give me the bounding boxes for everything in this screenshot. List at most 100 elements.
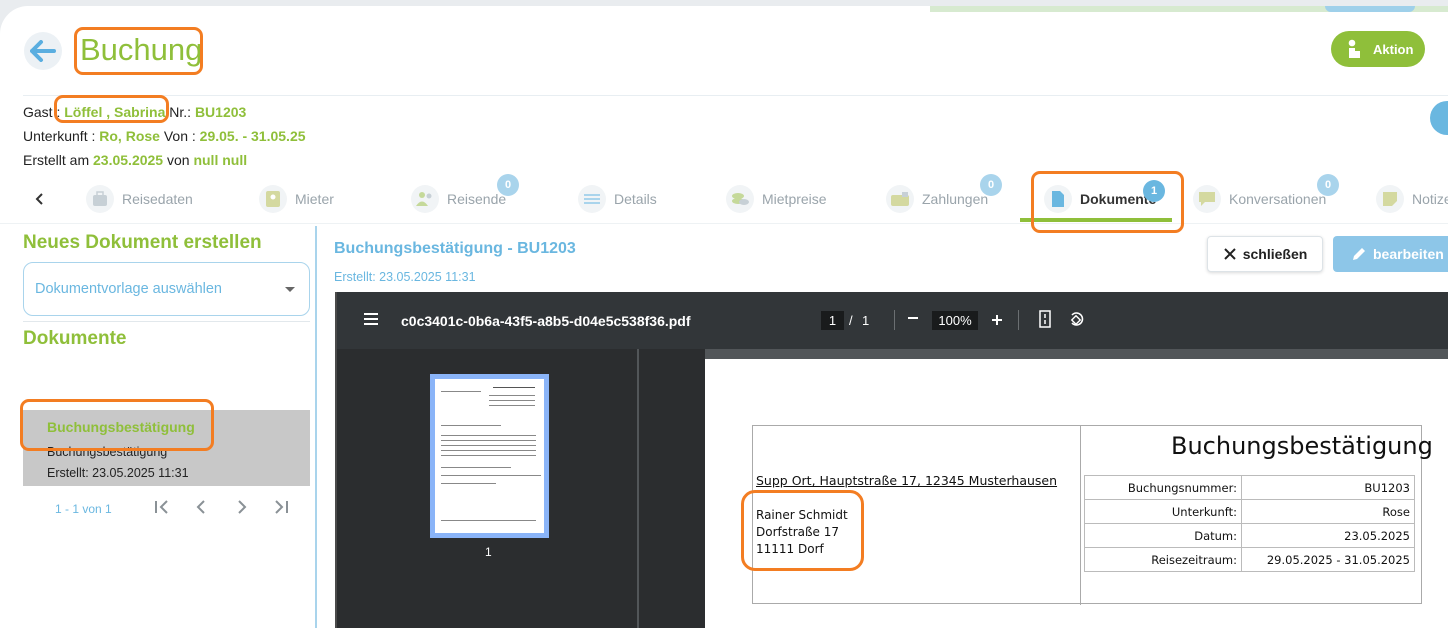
created-date: 23.05.2025 xyxy=(93,152,164,168)
fit-page-icon xyxy=(1039,310,1051,328)
chevron-right-icon xyxy=(238,500,247,514)
header-divider xyxy=(23,95,1448,96)
chevron-left-icon xyxy=(35,193,43,205)
table-row: Unterkunft: Rose xyxy=(1084,499,1415,524)
first-page-button[interactable] xyxy=(153,499,171,520)
page-thumbnail[interactable] xyxy=(430,374,549,538)
action-button-label: Aktion xyxy=(1373,41,1414,57)
tab-reisedaten[interactable]: Reisedaten xyxy=(86,178,193,220)
table-row: Datum: 23.05.2025 xyxy=(1084,523,1415,548)
from-label: Von : xyxy=(163,128,196,144)
tab-badge: 0 xyxy=(1317,174,1339,196)
tab-bar: Reisedaten Mieter Reisende 0 Details Mie… xyxy=(0,174,1448,224)
pdf-sender-line: Supp Ort, Hauptstraße 17, 12345 Musterha… xyxy=(756,473,1058,488)
rotate-button[interactable] xyxy=(1068,310,1086,331)
suitcase-icon xyxy=(86,185,114,213)
template-select-placeholder: Dokumentvorlage auswählen xyxy=(35,281,222,297)
menu-icon[interactable] xyxy=(363,312,379,331)
page-total: 1 xyxy=(862,313,870,328)
tab-mietpreise[interactable]: Mietpreise xyxy=(726,178,827,220)
thumbnail-page-number: 1 xyxy=(485,545,492,559)
toolbar-divider xyxy=(894,310,895,330)
close-icon xyxy=(1223,248,1236,260)
zoom-input[interactable]: 100% xyxy=(932,311,978,330)
viewer-gutter xyxy=(639,349,705,628)
pager-text: 1 - 1 von 1 xyxy=(55,502,112,516)
pencil-icon xyxy=(1353,248,1365,260)
tab-label: Mietpreise xyxy=(762,191,827,207)
pdf-title: Buchungsbestätigung xyxy=(1171,432,1433,460)
zoom-in-button[interactable] xyxy=(991,310,1003,333)
tabs-scroll-left[interactable] xyxy=(34,178,44,220)
pdf-recipient-street: Dorfstraße 17 xyxy=(756,525,840,539)
table-row: Buchungsnummer: BU1203 xyxy=(1084,475,1415,500)
next-page-button[interactable] xyxy=(236,499,248,520)
tab-reisende[interactable]: Reisende 0 xyxy=(411,174,519,220)
tab-badge: 1 xyxy=(1143,180,1165,202)
document-list-item[interactable]: Buchungsbestätigung Buchungsbestätigung … xyxy=(23,410,310,486)
pdf-toolbar: c0c3401c-0b6a-43f5-a8b5-d04e5c538f36.pdf… xyxy=(337,292,1448,349)
people-icon xyxy=(411,185,439,213)
pdf-filename: c0c3401c-0b6a-43f5-a8b5-d04e5c538f36.pdf xyxy=(401,313,691,329)
side-avatar[interactable] xyxy=(1430,101,1448,135)
left-divider xyxy=(23,321,310,322)
info-accommodation-line: Unterkunft : Ro, Rose Von : 29.05. - 31.… xyxy=(23,128,306,144)
pdf-header-table: Supp Ort, Hauptstraße 17, 12345 Musterha… xyxy=(752,425,1433,605)
active-tab-indicator xyxy=(1020,218,1172,222)
back-button[interactable] xyxy=(24,32,62,70)
panel-divider xyxy=(315,226,317,628)
hand-pointer-icon xyxy=(1348,39,1360,58)
pdf-booking-details: Buchungsnummer: BU1203 Unterkunft: Rose Da… xyxy=(1084,475,1415,572)
tab-label: Konversationen xyxy=(1229,191,1327,207)
created-by: null null xyxy=(193,152,248,168)
guest-name[interactable]: Löffel , Sabrina xyxy=(64,104,165,120)
edit-button[interactable]: bearbeiten xyxy=(1333,236,1448,272)
fit-page-button[interactable] xyxy=(1039,310,1051,331)
wallet-icon xyxy=(886,185,914,213)
tab-label: Details xyxy=(614,191,657,207)
tab-konversationen[interactable]: Konversationen 0 xyxy=(1193,174,1339,220)
chevron-left-icon xyxy=(196,500,205,514)
document-item-name: Buchungsbestätigung xyxy=(47,419,195,435)
new-document-title: Neues Dokument erstellen xyxy=(23,232,262,253)
zoom-out-button[interactable] xyxy=(907,308,919,333)
guest-label: Gast : xyxy=(23,104,61,120)
date-range: 29.05. - 31.05.25 xyxy=(199,128,306,144)
documents-title: Dokumente xyxy=(23,328,127,349)
edit-button-label: bearbeiten xyxy=(1373,246,1444,262)
tab-dokumente[interactable]: Dokumente 1 xyxy=(1044,178,1165,220)
tab-label: Reisende xyxy=(447,191,507,207)
minus-icon xyxy=(908,317,918,319)
tab-label: Zahlungen xyxy=(922,191,989,207)
coins-icon xyxy=(726,185,754,213)
lines-icon xyxy=(578,185,606,213)
pdf-recipient-name: Rainer Schmidt xyxy=(756,508,848,522)
tab-badge: 0 xyxy=(497,174,519,196)
last-page-button[interactable] xyxy=(272,499,290,520)
tab-label: Reisedaten xyxy=(122,191,193,207)
page-separator: / xyxy=(849,313,853,328)
top-strip-accent xyxy=(1325,6,1415,12)
pdf-page: Supp Ort, Hauptstraße 17, 12345 Musterha… xyxy=(705,359,1448,628)
close-button[interactable]: schließen xyxy=(1207,236,1323,272)
page-number-input[interactable]: 1 xyxy=(821,311,844,330)
document-item-type: Buchungsbestätigung xyxy=(47,445,168,459)
toolbar-divider xyxy=(1018,310,1019,330)
by-label: von xyxy=(166,152,190,168)
plus-icon xyxy=(992,315,1002,325)
contact-card-icon xyxy=(259,185,287,213)
tab-details[interactable]: Details xyxy=(578,178,657,220)
note-icon xyxy=(1376,185,1404,213)
tab-mieter[interactable]: Mieter xyxy=(259,178,334,220)
template-select[interactable]: Dokumentvorlage auswählen xyxy=(23,262,310,316)
close-button-label: schließen xyxy=(1242,246,1308,262)
chevron-down-icon xyxy=(285,287,295,292)
rotate-icon xyxy=(1070,312,1084,326)
tab-zahlungen[interactable]: Zahlungen 0 xyxy=(886,174,1002,220)
prev-page-button[interactable] xyxy=(195,499,207,520)
info-created-line: Erstellt am 23.05.2025 von null null xyxy=(23,152,247,168)
tab-notize[interactable]: Notize xyxy=(1376,178,1448,220)
action-button[interactable]: Aktion xyxy=(1331,31,1425,67)
document-title: Buchungsbestätigung - BU1203 xyxy=(334,240,576,257)
created-label: Erstellt am xyxy=(23,152,90,168)
